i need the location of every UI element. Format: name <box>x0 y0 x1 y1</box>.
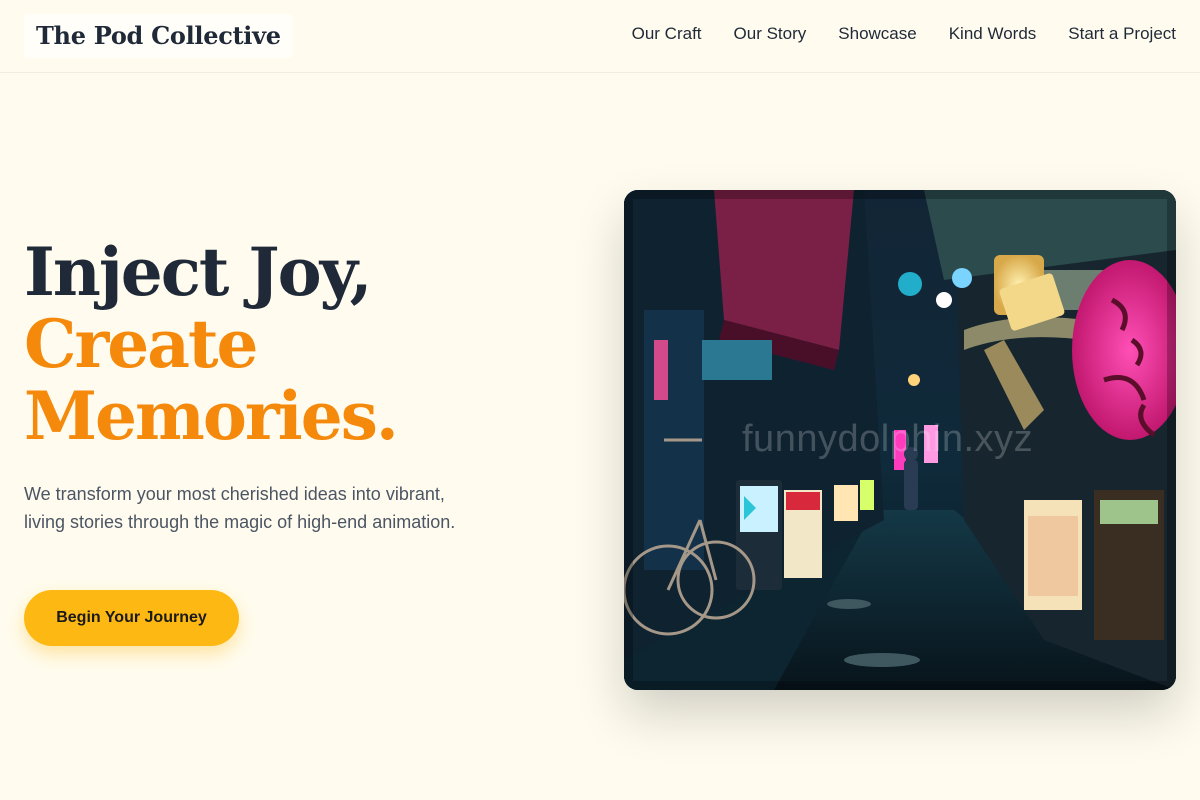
nav-link-showcase[interactable]: Showcase <box>838 22 916 46</box>
hero-headline: Inject Joy, Create Memories. <box>24 236 494 452</box>
hero-image: funnydolphin.xyz <box>624 190 1176 690</box>
headline-line-2: Create <box>24 305 259 383</box>
nav-link-our-craft[interactable]: Our Craft <box>632 22 702 46</box>
brand-logo[interactable]: The Pod Collective <box>24 14 293 58</box>
hero-text: Inject Joy, Create Memories. We transfor… <box>24 236 494 536</box>
headline-line-3: Memories. <box>24 377 399 455</box>
image-watermark: funnydolphin.xyz <box>742 418 1034 460</box>
begin-journey-button[interactable]: Begin Your Journey <box>24 590 239 646</box>
headline-line-1: Inject Joy, <box>24 233 373 311</box>
nav-link-kind-words[interactable]: Kind Words <box>949 22 1037 46</box>
nav-link-start-a-project[interactable]: Start a Project <box>1068 22 1176 46</box>
hero-subtitle: We transform your most cherished ideas i… <box>24 484 456 532</box>
nav-link-our-story[interactable]: Our Story <box>734 22 807 46</box>
site-header: The Pod Collective Our Craft Our Story S… <box>0 0 1200 73</box>
main-nav: Our Craft Our Story Showcase Kind Words … <box>632 22 1176 46</box>
